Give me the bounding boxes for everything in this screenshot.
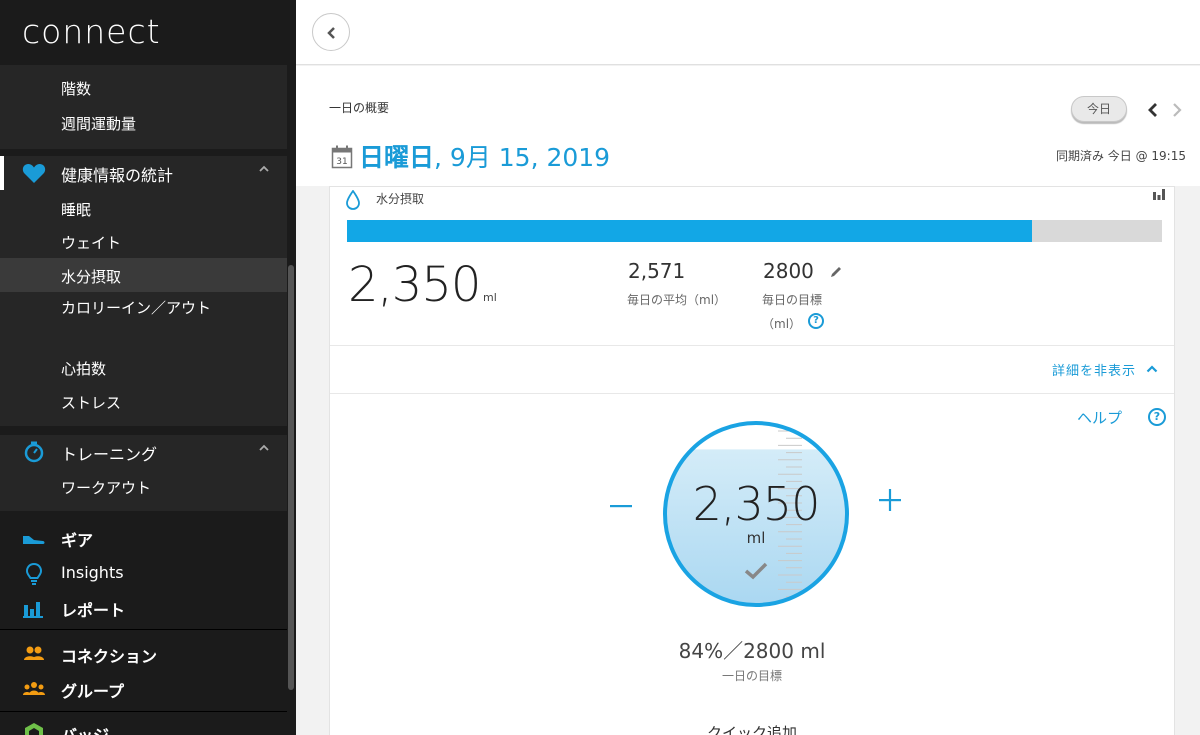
goal-progress-summary: 84%／2800 ml [678, 639, 826, 663]
activity-submenu: 階数 週間運動量 [0, 65, 287, 149]
sidebar-item-training[interactable]: トレーニング [0, 435, 287, 469]
sidebar-scrollbar[interactable] [288, 265, 294, 690]
connect-logo[interactable]: connect [22, 12, 161, 51]
sidebar-item-weight[interactable]: ウェイト [61, 232, 121, 253]
heart-icon [22, 163, 46, 183]
sidebar-item-label: 健康情報の統計 [61, 166, 174, 185]
sidebar-item-label: ギア [61, 531, 94, 550]
goal-help-icon[interactable]: ? [808, 313, 824, 329]
sidebar-item-heart-rate[interactable]: 心拍数 [61, 358, 106, 379]
previous-day-button[interactable] [1146, 101, 1160, 119]
sidebar-item-label: コネクション [61, 647, 158, 666]
gauge-unit: ml [746, 529, 766, 547]
hydration-progress-fill [347, 220, 1032, 242]
sidebar-item-floors[interactable]: 階数 [61, 78, 91, 99]
gauge-value: 2,350 [692, 477, 821, 531]
help-icon[interactable]: ? [1148, 408, 1166, 426]
daily-summary-header: 一日の概要 31 日曜日, 9月 15, 2019 今日 同期済み 今日 @ 1… [296, 66, 1200, 186]
sidebar-item-stress[interactable]: ストレス [61, 392, 121, 413]
sidebar-item-reports[interactable]: レポート [0, 591, 287, 625]
lightbulb-icon [25, 563, 43, 585]
divider [330, 393, 1174, 394]
water-drop-icon [346, 190, 360, 210]
goal-label: 毎日の目標 [762, 293, 823, 307]
page-subtitle: 一日の概要 [329, 101, 390, 115]
group-icon [23, 682, 45, 695]
sidebar-item-health-stats[interactable]: 健康情報の統計 [0, 156, 287, 190]
sync-status: 同期済み 今日 @ 19:15 [1055, 149, 1186, 163]
sidebar-item-weekly-intensity[interactable]: 週間運動量 [61, 113, 136, 134]
people-icon [24, 646, 44, 660]
chevron-up-icon[interactable] [259, 443, 269, 453]
sidebar-item-sleep[interactable]: 睡眠 [61, 199, 91, 220]
intake-value: 2,350 [348, 257, 481, 313]
quick-add-heading: クイック追加 [706, 724, 797, 735]
chevron-up-icon[interactable] [1146, 364, 1158, 374]
sidebar-item-label: トレーニング [61, 445, 158, 464]
sidebar-item-label: バッジ [61, 722, 109, 735]
calendar-icon-day: 31 [336, 157, 347, 167]
intake-unit: ml [483, 291, 497, 304]
today-button[interactable]: 今日 [1071, 96, 1127, 122]
goal-progress-label: 一日の目標 [721, 669, 782, 683]
checkmark-icon [744, 562, 768, 580]
hydration-card: 水分摂取 2,350 ml 2,571 毎日の平均（ml） 2800 毎日の目標… [329, 186, 1175, 735]
pencil-icon[interactable] [829, 265, 843, 279]
sidebar-item-workouts[interactable]: ワークアウト [61, 477, 151, 498]
sidebar: connect 階数 週間運動量 健康情報の統計 睡眠 ウェイト 水分摂取 カロ… [0, 0, 296, 735]
shoe-icon [23, 536, 45, 544]
sidebar-item-insights[interactable]: Insights [0, 557, 287, 591]
report-chart-icon[interactable] [1152, 187, 1166, 201]
sidebar-divider [0, 629, 287, 630]
average-label: 毎日の平均（ml） [627, 293, 727, 307]
sidebar-item-groups[interactable]: グループ [0, 672, 287, 706]
sidebar-item-label: Insights [61, 563, 124, 582]
date-weekday: 日曜日 [359, 143, 435, 172]
hydration-progress-bar [347, 220, 1162, 242]
sidebar-divider [0, 711, 287, 712]
back-button[interactable] [312, 13, 350, 51]
training-section: トレーニング ワークアウト [0, 435, 287, 511]
sidebar-item-gear[interactable]: ギア [0, 521, 287, 555]
goal-value: 2800 [763, 259, 814, 283]
average-value: 2,571 [628, 259, 686, 283]
plus-button[interactable] [877, 487, 903, 513]
sidebar-item-badges[interactable]: バッジ [0, 716, 287, 735]
minus-button[interactable] [608, 493, 634, 519]
health-stats-section: 健康情報の統計 睡眠 ウェイト 水分摂取 カロリーイン／アウト 心拍数 ストレス [0, 156, 287, 426]
date-text: , 9月 15, 2019 [434, 143, 611, 172]
bar-chart-icon [23, 602, 43, 618]
page-title: 31 日曜日, 9月 15, 2019 [331, 138, 610, 174]
divider [330, 345, 1174, 346]
sidebar-item-label: レポート [61, 601, 126, 620]
stopwatch-icon [24, 441, 44, 463]
sidebar-item-hydration[interactable]: 水分摂取 [61, 266, 121, 287]
calendar-icon[interactable]: 31 [331, 145, 353, 169]
badge-icon [25, 723, 43, 735]
next-day-button[interactable] [1170, 101, 1184, 119]
sidebar-item-label: グループ [61, 682, 125, 701]
help-link[interactable]: ヘルプ [1077, 407, 1122, 428]
sidebar-item-connections[interactable]: コネクション [0, 637, 287, 671]
card-title: 水分摂取 [376, 192, 425, 206]
hide-details-link[interactable]: 詳細を非表示 [1052, 360, 1136, 379]
chevron-left-icon [327, 27, 335, 39]
selected-item-highlight [0, 258, 287, 292]
goal-unit-label: （ml） [762, 317, 802, 331]
top-bar [296, 0, 1200, 65]
sidebar-item-calories[interactable]: カロリーイン／アウト [61, 296, 211, 321]
chevron-up-icon[interactable] [259, 164, 269, 174]
